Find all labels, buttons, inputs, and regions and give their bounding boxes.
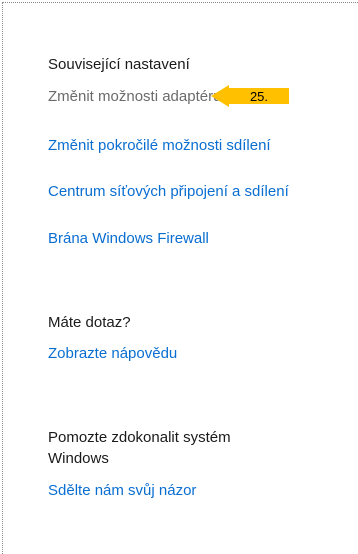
advanced-sharing-options-link[interactable]: Změnit pokročilé možnosti sdílení xyxy=(48,137,271,154)
panel-border xyxy=(2,2,358,554)
network-sharing-center-link[interactable]: Centrum síťových připojení a sdílení xyxy=(48,183,289,200)
feedback-link[interactable]: Sdělte nám svůj názor xyxy=(48,482,196,499)
feedback-heading-line2: Windows xyxy=(48,450,109,467)
help-heading: Máte dotaz? xyxy=(48,314,131,331)
change-adapter-options-link[interactable]: Změnit možnosti adaptéru xyxy=(48,88,221,105)
feedback-heading-line1: Pomozte zdokonalit systém xyxy=(48,429,231,446)
windows-firewall-link[interactable]: Brána Windows Firewall xyxy=(48,230,209,247)
related-settings-heading: Související nastavení xyxy=(48,56,190,73)
callout-label: 25. xyxy=(229,88,289,104)
callout-arrow-icon xyxy=(211,85,229,107)
step-callout: 25. xyxy=(211,85,289,107)
show-help-link[interactable]: Zobrazte nápovědu xyxy=(48,345,177,362)
